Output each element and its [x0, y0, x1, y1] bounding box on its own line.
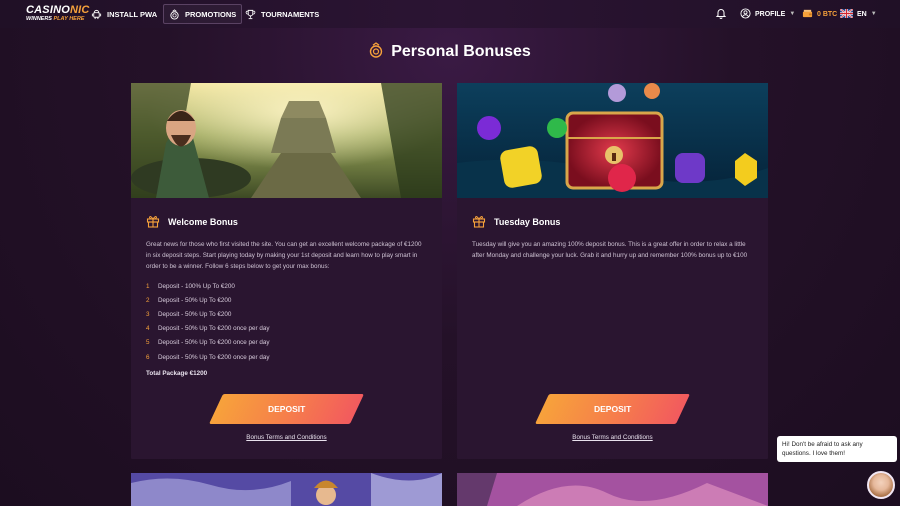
- notifications-button[interactable]: [715, 0, 727, 28]
- step-number: 5: [146, 339, 150, 347]
- next-bonus-banner-image: [457, 473, 768, 506]
- step-number: 1: [146, 282, 150, 290]
- nav-tournaments[interactable]: TOURNAMENTS: [240, 4, 324, 24]
- step-number: 3: [146, 310, 150, 318]
- logo-text-main: CASINO: [26, 4, 70, 16]
- list-item: 3 Deposit - 50% Up To €200: [146, 307, 428, 321]
- logo-tagline-accent: PLAY HERE: [53, 16, 85, 22]
- step-number: 6: [146, 353, 150, 361]
- site-logo[interactable]: CASINONIC WINNERS PLAY HERE: [26, 5, 90, 23]
- trophy-icon: [245, 9, 256, 20]
- top-header: CASINONIC WINNERS PLAY HERE INSTALL PWA …: [0, 0, 900, 28]
- step-text: Deposit - 100% Up To €200: [158, 282, 235, 290]
- wallet-icon: [802, 8, 813, 21]
- welcome-bonus-terms-link[interactable]: Bonus Terms and Conditions: [131, 434, 442, 441]
- bonus-coin-icon: [369, 41, 383, 63]
- tuesday-bonus-card: Tuesday Bonus Tuesday will give you an a…: [457, 83, 768, 459]
- welcome-bonus-banner-image: [131, 83, 442, 198]
- welcome-bonus-steps: 1 Deposit - 100% Up To €200 2 Deposit - 50…: [146, 279, 428, 364]
- page-title-text: Personal Bonuses: [391, 43, 531, 60]
- user-circle-icon: [740, 7, 751, 21]
- step-number: 2: [146, 296, 150, 304]
- step-text: Deposit - 50% Up To €200: [158, 296, 232, 304]
- chevron-down-icon: ▼: [789, 11, 796, 17]
- bonus-coin-icon: [169, 8, 180, 20]
- deposit-button-label: DEPOSIT: [267, 404, 306, 414]
- chat-support-avatar[interactable]: [867, 471, 895, 499]
- tuesday-bonus-banner-image: [457, 83, 768, 198]
- next-bonus-banner-image: [131, 473, 442, 506]
- step-text: Deposit - 50% Up To €200 once per day: [158, 353, 270, 361]
- uk-flag-icon: [839, 7, 854, 20]
- tuesday-bonus-terms-link[interactable]: Bonus Terms and Conditions: [457, 434, 768, 441]
- language-selector[interactable]: EN ▼: [839, 0, 877, 28]
- list-item: 6 Deposit - 50% Up To €200 once per day: [146, 350, 428, 364]
- logo-tagline-main: WINNERS: [26, 16, 54, 22]
- nav-promotions[interactable]: PROMOTIONS: [163, 4, 243, 24]
- step-text: Deposit - 50% Up To €200: [158, 310, 232, 318]
- gift-icon: [472, 214, 486, 230]
- balance-value: 0 BTC: [817, 10, 838, 18]
- nav-promotions-label: PROMOTIONS: [185, 9, 237, 19]
- android-icon: [91, 9, 102, 20]
- welcome-bonus-card: Welcome Bonus Great news for those who f…: [131, 83, 442, 459]
- bell-icon: [715, 7, 727, 21]
- list-item: 4 Deposit - 50% Up To €200 once per day: [146, 322, 428, 336]
- tuesday-bonus-title: Tuesday Bonus: [472, 214, 560, 230]
- nav-install-pwa-label: INSTALL PWA: [107, 9, 158, 19]
- language-label: EN: [857, 10, 867, 18]
- welcome-bonus-title: Welcome Bonus: [146, 214, 238, 230]
- list-item: 1 Deposit - 100% Up To €200: [146, 279, 428, 293]
- nav-tournaments-label: TOURNAMENTS: [261, 9, 320, 19]
- welcome-bonus-description: Great news for those who first visited t…: [146, 241, 422, 270]
- tuesday-deposit-button[interactable]: DEPOSIT: [535, 394, 690, 424]
- step-number: 4: [146, 325, 150, 333]
- list-item: 5 Deposit - 50% Up To €200 once per day: [146, 336, 428, 350]
- list-item: 2 Deposit - 50% Up To €200: [146, 293, 428, 307]
- page-title: Personal Bonuses: [0, 41, 900, 63]
- tuesday-bonus-description: Tuesday will give you an amazing 100% de…: [472, 241, 748, 259]
- nav-install-pwa[interactable]: INSTALL PWA: [86, 4, 162, 24]
- deposit-button-label: DEPOSIT: [593, 404, 632, 414]
- welcome-bonus-total: Total Package €1200: [146, 370, 208, 377]
- profile-menu[interactable]: PROFILE ▼: [740, 0, 795, 28]
- chat-greeting-bubble[interactable]: Hi! Don't be afraid to ask any questions…: [777, 436, 897, 462]
- profile-label: PROFILE: [755, 10, 786, 18]
- tuesday-bonus-title-text: Tuesday Bonus: [494, 217, 561, 227]
- welcome-bonus-title-text: Welcome Bonus: [168, 217, 238, 227]
- welcome-deposit-button[interactable]: DEPOSIT: [209, 394, 364, 424]
- step-text: Deposit - 50% Up To €200 once per day: [158, 339, 270, 347]
- balance-display[interactable]: 0 BTC: [802, 0, 837, 28]
- chevron-down-icon: ▼: [870, 11, 877, 17]
- step-text: Deposit - 50% Up To €200 once per day: [158, 325, 270, 333]
- gift-icon: [146, 214, 160, 230]
